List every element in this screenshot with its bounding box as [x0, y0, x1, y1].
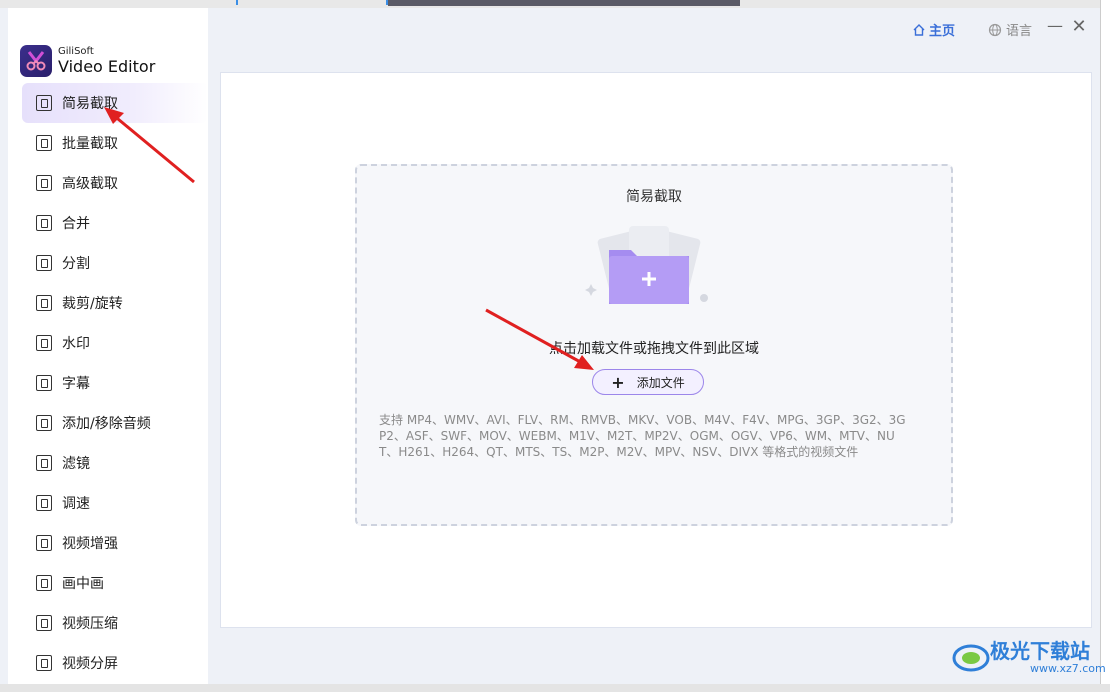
speed-icon [36, 495, 52, 511]
app-window: GiliSoft Video Editor 简易截取 批量截取 高级截取 合并 … [8, 8, 1100, 684]
background-window-edge [1100, 0, 1110, 692]
add-file-label: 添加文件 [636, 375, 685, 390]
sidebar-item-label: 分割 [62, 256, 90, 272]
supported-formats-text: 支持 MP4、WMV、AVI、FLV、RM、RMVB、MKV、VOB、M4V、F… [379, 413, 906, 459]
sidebar-item-watermark[interactable]: 水印 [22, 323, 208, 363]
add-folder-icon[interactable] [579, 224, 719, 314]
sidebar-item-crop-rotate[interactable]: 裁剪/旋转 [22, 283, 208, 323]
sidebar-item-batch-cut[interactable]: 批量截取 [22, 123, 208, 163]
sidebar-item-enhance[interactable]: 视频增强 [22, 523, 208, 563]
crop-rotate-icon [36, 295, 52, 311]
home-icon [913, 23, 925, 36]
logo-icon [20, 45, 52, 77]
compress-icon [36, 615, 52, 631]
sidebar-item-split-screen[interactable]: 视频分屏 [22, 643, 208, 683]
sidebar-item-label: 高级截取 [62, 176, 118, 192]
drop-zone-title: 简易截取 [626, 189, 682, 205]
sidebar-item-label: 简易截取 [62, 96, 118, 112]
watermark-url: www.xz7.com [1030, 662, 1106, 675]
sidebar-item-label: 裁剪/旋转 [62, 296, 123, 312]
sidebar-item-advanced-cut[interactable]: 高级截取 [22, 163, 208, 203]
audio-icon [36, 415, 52, 431]
sidebar-item-label: 画中画 [62, 576, 104, 592]
sidebar-item-pip[interactable]: 画中画 [22, 563, 208, 603]
main-panel: 简易截取 点击加载文件或拖拽文件到此区域 + 添加文件 支持 MP4、WMV、A… [220, 72, 1092, 628]
sidebar-nav: 简易截取 批量截取 高级截取 合并 分割 裁剪/旋转 水印 字幕 添加/移除音频… [22, 83, 208, 683]
home-label: 主页 [929, 24, 956, 39]
batch-cut-icon [36, 135, 52, 151]
plus-icon: + [611, 372, 625, 392]
watermark-logo [952, 644, 990, 671]
background-window-strip [0, 0, 1110, 8]
merge-icon [36, 215, 52, 231]
sidebar-item-label: 视频增强 [62, 536, 118, 552]
sidebar-item-label: 视频压缩 [62, 616, 118, 632]
background-thumbnail [388, 0, 740, 6]
brand-name: GiliSoft [58, 46, 94, 57]
advanced-cut-icon [36, 175, 52, 191]
file-drop-zone[interactable]: 简易截取 点击加载文件或拖拽文件到此区域 + 添加文件 支持 MP4、WMV、A… [355, 164, 953, 526]
language-label: 语言 [1006, 24, 1033, 39]
sidebar-item-label: 字幕 [62, 376, 90, 392]
minimize-button[interactable]: — [1046, 16, 1064, 36]
sidebar-item-speed[interactable]: 调速 [22, 483, 208, 523]
sidebar-item-filter[interactable]: 滤镜 [22, 443, 208, 483]
split-icon [36, 255, 52, 271]
sidebar-item-label: 水印 [62, 336, 90, 352]
add-file-button[interactable]: + 添加文件 [592, 369, 704, 395]
home-button[interactable]: 主页 [912, 20, 955, 39]
watermark-icon [36, 335, 52, 351]
split-screen-icon [36, 655, 52, 671]
sidebar-item-label: 添加/移除音频 [62, 416, 151, 432]
sidebar-item-split[interactable]: 分割 [22, 243, 208, 283]
enhance-icon [36, 535, 52, 551]
language-button[interactable]: 语言 [988, 20, 1032, 39]
sidebar: GiliSoft Video Editor 简易截取 批量截取 高级截取 合并 … [8, 8, 208, 684]
filter-icon [36, 455, 52, 471]
drop-zone-hint: 点击加载文件或拖拽文件到此区域 [549, 341, 759, 357]
sidebar-item-subtitle[interactable]: 字幕 [22, 363, 208, 403]
background-selection [236, 0, 388, 5]
sidebar-item-label: 合并 [62, 216, 90, 232]
close-button[interactable]: ✕ [1070, 16, 1088, 37]
title-bar: 主页 语言 — ✕ [208, 8, 1100, 64]
sidebar-item-label: 滤镜 [62, 456, 90, 472]
sidebar-item-simple-cut[interactable]: 简易截取 [22, 83, 208, 123]
simple-cut-icon [36, 95, 52, 111]
app-logo: GiliSoft Video Editor [20, 45, 155, 77]
sidebar-item-merge[interactable]: 合并 [22, 203, 208, 243]
watermark-text: 极光下载站 [990, 639, 1090, 663]
product-name: Video Editor [58, 57, 156, 76]
sidebar-item-compress[interactable]: 视频压缩 [22, 603, 208, 643]
site-watermark: 极光下载站 www.xz7.com [952, 640, 1106, 675]
globe-icon [988, 23, 1002, 36]
sidebar-item-audio[interactable]: 添加/移除音频 [22, 403, 208, 443]
sidebar-item-label: 视频分屏 [62, 656, 118, 672]
subtitle-icon [36, 375, 52, 391]
pip-icon [36, 575, 52, 591]
sidebar-item-label: 批量截取 [62, 136, 118, 152]
sidebar-item-label: 调速 [62, 496, 90, 512]
background-taskbar-strip [0, 684, 1110, 692]
